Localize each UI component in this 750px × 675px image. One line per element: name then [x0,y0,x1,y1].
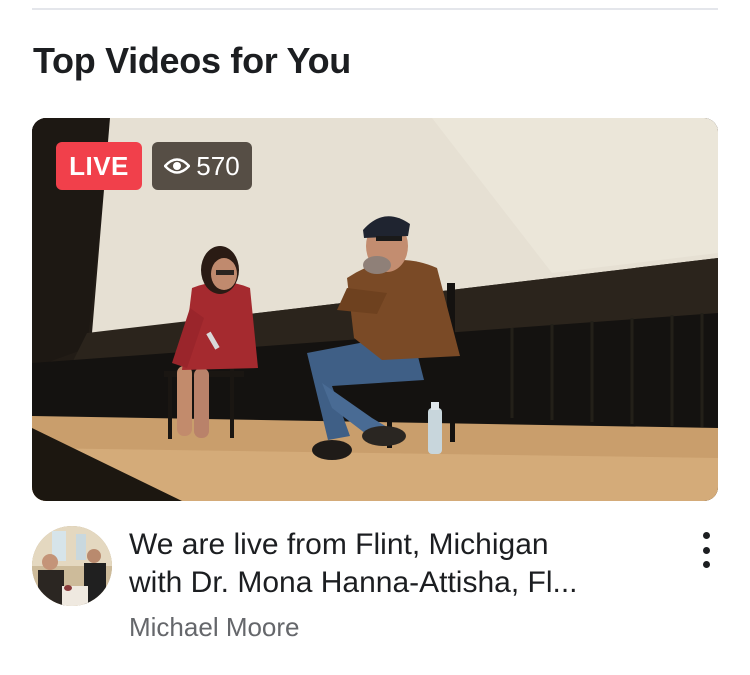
author-name[interactable]: Michael Moore [129,612,300,643]
video-post-info: We are live from Flint, Michigan with Dr… [32,524,722,654]
top-divider [32,8,718,10]
live-badge: LIVE [56,142,142,190]
eye-icon [164,157,191,175]
video-title-line-2: with Dr. Mona Hanna-Attisha, Fl... [129,566,578,599]
video-title-line-1: We are live from Flint, Michigan [129,528,549,561]
more-vertical-icon-dot-2 [702,546,710,554]
viewer-count: 570 [196,150,240,181]
video-title[interactable]: We are live from Flint, Michigan with Dr… [129,526,669,602]
more-vertical-icon [702,532,710,539]
more-vertical-icon-dot-3 [702,561,710,568]
avatar[interactable] [32,526,112,606]
live-video-player[interactable]: LIVE 570 [32,118,718,501]
more-options-button[interactable] [694,530,718,570]
section-title: Top Videos for You [33,40,351,81]
viewer-count-badge: 570 [152,142,252,190]
